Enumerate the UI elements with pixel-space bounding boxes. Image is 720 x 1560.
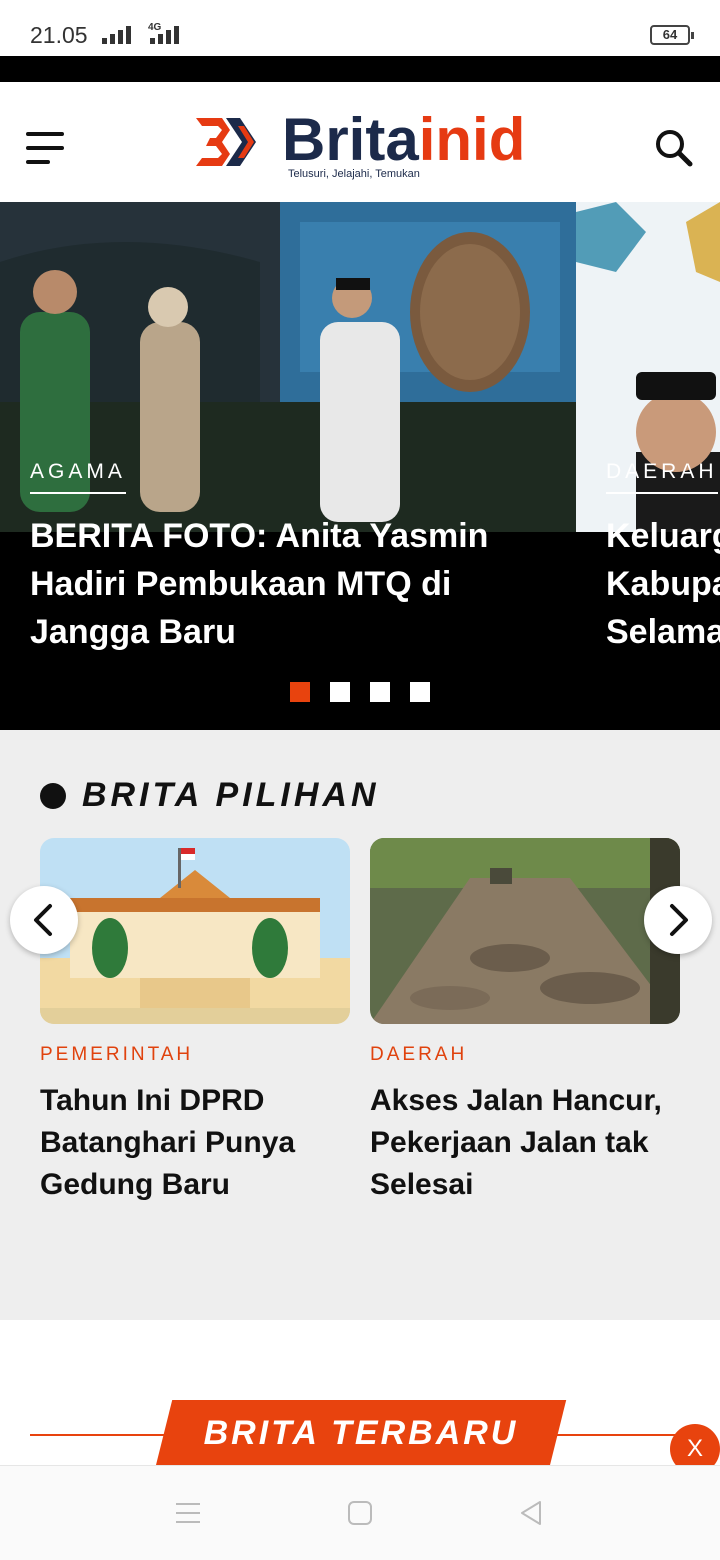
section-divider-left bbox=[30, 1434, 170, 1436]
home-icon[interactable] bbox=[346, 1499, 374, 1527]
system-nav-bar bbox=[0, 1465, 720, 1560]
status-time: 21.05 bbox=[30, 22, 88, 48]
carousel-next-button[interactable] bbox=[644, 886, 712, 954]
signal-icon bbox=[102, 26, 131, 44]
slider-dot-3[interactable] bbox=[370, 682, 390, 702]
search-icon[interactable] bbox=[652, 126, 696, 170]
news-card[interactable]: DAERAH Akses Jalan Hancur, Pekerjaan Jal… bbox=[370, 838, 680, 1206]
section-divider-right bbox=[552, 1434, 690, 1436]
slider-dot-2[interactable] bbox=[330, 682, 350, 702]
logo-tagline: Telusuri, Jelajahi, Temukan bbox=[288, 168, 420, 180]
logo-mark-icon bbox=[196, 118, 256, 166]
hero-title[interactable]: BERITA FOTO: Anita Yasmin Hadiri Pembuka… bbox=[30, 512, 530, 656]
logo-wordmark: Britainid bbox=[282, 106, 526, 173]
top-bar bbox=[0, 56, 720, 82]
hero-category-next[interactable]: DAERAH bbox=[606, 460, 718, 494]
hero-category[interactable]: AGAMA bbox=[30, 460, 126, 494]
brita-terbaru-title: BRITA TERBARU bbox=[203, 1414, 519, 1452]
back-icon[interactable] bbox=[516, 1498, 546, 1528]
hamburger-menu-icon[interactable] bbox=[26, 132, 64, 166]
site-header: Britainid Telusuri, Jelajahi, Temukan bbox=[0, 82, 720, 202]
hero-title-next[interactable]: Keluarg Kabupa Selama bbox=[606, 512, 720, 656]
battery-icon: 64 bbox=[650, 25, 694, 45]
slider-dots bbox=[290, 682, 430, 702]
site-logo[interactable]: Britainid Telusuri, Jelajahi, Temukan bbox=[192, 108, 532, 188]
chevron-right-icon bbox=[670, 904, 688, 936]
brita-pilihan-section: BRITA PILIHAN PEMERINTAH Tahun Ini DPRD … bbox=[0, 730, 720, 1320]
section-header: BRITA PILIHAN bbox=[40, 776, 380, 815]
bullet-icon bbox=[40, 782, 66, 809]
recent-apps-icon[interactable] bbox=[174, 1500, 202, 1526]
chevron-left-icon bbox=[34, 904, 52, 936]
card-photo-road bbox=[370, 838, 680, 1024]
card-category[interactable]: DAERAH bbox=[370, 1044, 680, 1066]
card-image[interactable] bbox=[370, 838, 680, 1024]
card-image[interactable] bbox=[40, 838, 350, 1024]
card-category[interactable]: PEMERINTAH bbox=[40, 1044, 350, 1066]
status-bar: 21.05 4G 64 bbox=[0, 0, 720, 56]
carousel-prev-button[interactable] bbox=[10, 886, 78, 954]
card-title[interactable]: Tahun Ini DPRD Batanghari Punya Gedung B… bbox=[40, 1080, 350, 1206]
card-photo-building bbox=[40, 838, 350, 1024]
slider-dot-1[interactable] bbox=[290, 682, 310, 702]
section-title: BRITA PILIHAN bbox=[82, 776, 380, 814]
hero-slider[interactable]: AGAMA BERITA FOTO: Anita Yasmin Hadiri P… bbox=[0, 202, 720, 730]
news-card[interactable]: PEMERINTAH Tahun Ini DPRD Batanghari Pun… bbox=[40, 838, 350, 1206]
card-title[interactable]: Akses Jalan Hancur, Pekerjaan Jalan tak … bbox=[370, 1080, 680, 1206]
slider-dot-4[interactable] bbox=[410, 682, 430, 702]
signal-4g-icon bbox=[150, 26, 179, 44]
